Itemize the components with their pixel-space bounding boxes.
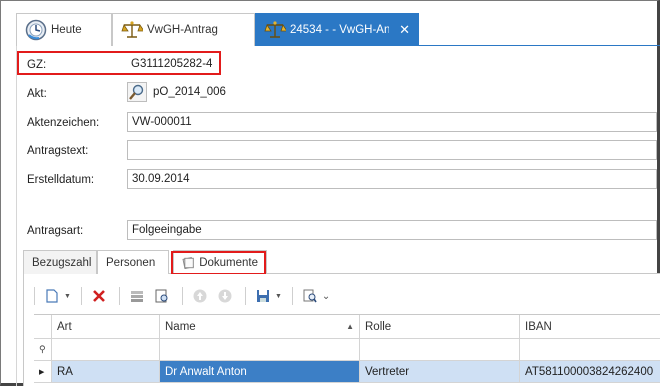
toolbar-grip — [34, 287, 35, 305]
toolbar-separator — [181, 287, 183, 305]
filter-cell-art[interactable] — [52, 339, 160, 361]
akt-field[interactable]: pO_2014_006 — [149, 83, 657, 103]
filter-cell-rolle[interactable] — [360, 339, 520, 361]
save-button[interactable] — [252, 285, 274, 307]
dokumente-highlight-box — [171, 251, 266, 275]
close-tab-icon[interactable]: ✕ — [399, 22, 410, 38]
row-indicator-header — [34, 315, 52, 339]
document-tabstrip: Heute VwGH-Antrag 24534 - - VwGH-Antra ✕ — [16, 13, 660, 46]
personen-panel: ▼ ▼ ⌄ Art Name ▲ Rolle IBAN ⚲ ▶ RA Dr An… — [23, 274, 660, 386]
delete-x-icon — [93, 290, 105, 302]
magnifier-icon — [129, 84, 144, 100]
antragsart-label: Antragsart: — [27, 225, 84, 237]
stack-icon — [130, 291, 143, 302]
toolbar-separator — [291, 287, 293, 305]
search-button[interactable] — [299, 285, 321, 307]
move-up-button[interactable] — [189, 285, 211, 307]
tab-24534-vwgh-antrag[interactable]: 24534 - - VwGH-Antra ✕ — [255, 13, 419, 46]
erstelldatum-label: Erstelldatum: — [27, 174, 95, 186]
sort-ascending-icon: ▲ — [346, 322, 354, 331]
chevron-down-icon[interactable]: ⌄ — [322, 291, 330, 302]
cell-art[interactable]: RA — [52, 361, 160, 383]
toolbar-separator — [80, 287, 82, 305]
aktenzeichen-label: Aktenzeichen: — [27, 117, 100, 129]
antrag-form: GZ: G3111205282-4 Akt: pO_2014_006 Akten… — [16, 46, 660, 386]
scales-icon — [121, 19, 145, 41]
filter-icon: ⚲ — [34, 339, 52, 361]
tab-personen[interactable]: Personen — [97, 250, 169, 275]
tab-vwgh-antrag[interactable]: VwGH-Antrag — [112, 13, 255, 46]
filter-cell-name[interactable] — [160, 339, 360, 361]
erstelldatum-field[interactable]: 30.09.2014 — [127, 169, 657, 189]
toolbar-separator — [244, 287, 246, 305]
tab-bezugszahl-label: Bezugszahl — [32, 256, 92, 269]
detail-tabstrip: Bezugszahl Personen Dokumente — [23, 250, 660, 275]
search-document-icon — [303, 289, 317, 303]
akt-lookup-button[interactable] — [127, 82, 147, 102]
tab-bezugszahl[interactable]: Bezugszahl — [23, 250, 97, 274]
grid-toolbar: ▼ ▼ ⌄ — [34, 284, 654, 308]
grid-header-row: Art Name ▲ Rolle IBAN — [34, 315, 660, 339]
move-down-button[interactable] — [214, 285, 236, 307]
tab-heute-label: Heute — [51, 24, 82, 36]
save-icon — [256, 290, 269, 302]
column-header-name-label: Name — [165, 320, 196, 333]
table-row[interactable]: ▶ RA Dr Anwalt Anton Vertreter AT5811000… — [34, 361, 660, 383]
filter-cell-iban[interactable] — [520, 339, 660, 361]
new-document-icon — [46, 289, 58, 303]
chevron-down-icon[interactable]: ▼ — [64, 293, 71, 300]
preview-icon — [155, 289, 168, 303]
antragstext-label: Antragstext: — [27, 145, 89, 157]
new-document-button[interactable] — [41, 285, 63, 307]
tab-24534-label: 24534 - - VwGH-Antra — [290, 24, 390, 36]
preview-button[interactable] — [151, 285, 173, 307]
akt-label: Akt: — [27, 88, 47, 100]
gz-highlight-box — [17, 51, 221, 75]
row-indicator-icon: ▶ — [34, 361, 52, 383]
cell-name[interactable]: Dr Anwalt Anton — [160, 361, 360, 383]
antragsart-field[interactable]: Folgeeingabe — [127, 220, 657, 240]
stack-button[interactable] — [126, 285, 148, 307]
antragstext-field[interactable] — [127, 140, 657, 160]
aktenzeichen-field[interactable]: VW-000011 — [127, 112, 657, 132]
chevron-down-icon[interactable]: ▼ — [275, 293, 282, 300]
tab-vwgh-antrag-label: VwGH-Antrag — [147, 24, 218, 36]
personen-grid: Art Name ▲ Rolle IBAN ⚲ ▶ RA Dr Anwalt A… — [34, 314, 660, 386]
column-header-iban[interactable]: IBAN — [520, 315, 660, 339]
delete-button[interactable] — [88, 285, 110, 307]
cell-rolle[interactable]: Vertreter — [360, 361, 520, 383]
tab-personen-label: Personen — [106, 257, 156, 269]
arrow-down-circle-icon — [218, 289, 232, 303]
grid-filter-row: ⚲ — [34, 339, 660, 361]
tab-heute[interactable]: Heute — [16, 13, 112, 46]
arrow-up-circle-icon — [193, 289, 207, 303]
toolbar-separator — [118, 287, 120, 305]
column-header-name[interactable]: Name ▲ — [160, 315, 360, 339]
column-header-art[interactable]: Art — [52, 315, 160, 339]
clock-icon — [25, 19, 47, 41]
cell-iban[interactable]: AT581100003824262400 — [520, 361, 660, 383]
column-header-rolle[interactable]: Rolle — [360, 315, 520, 339]
scales-icon — [264, 19, 288, 41]
